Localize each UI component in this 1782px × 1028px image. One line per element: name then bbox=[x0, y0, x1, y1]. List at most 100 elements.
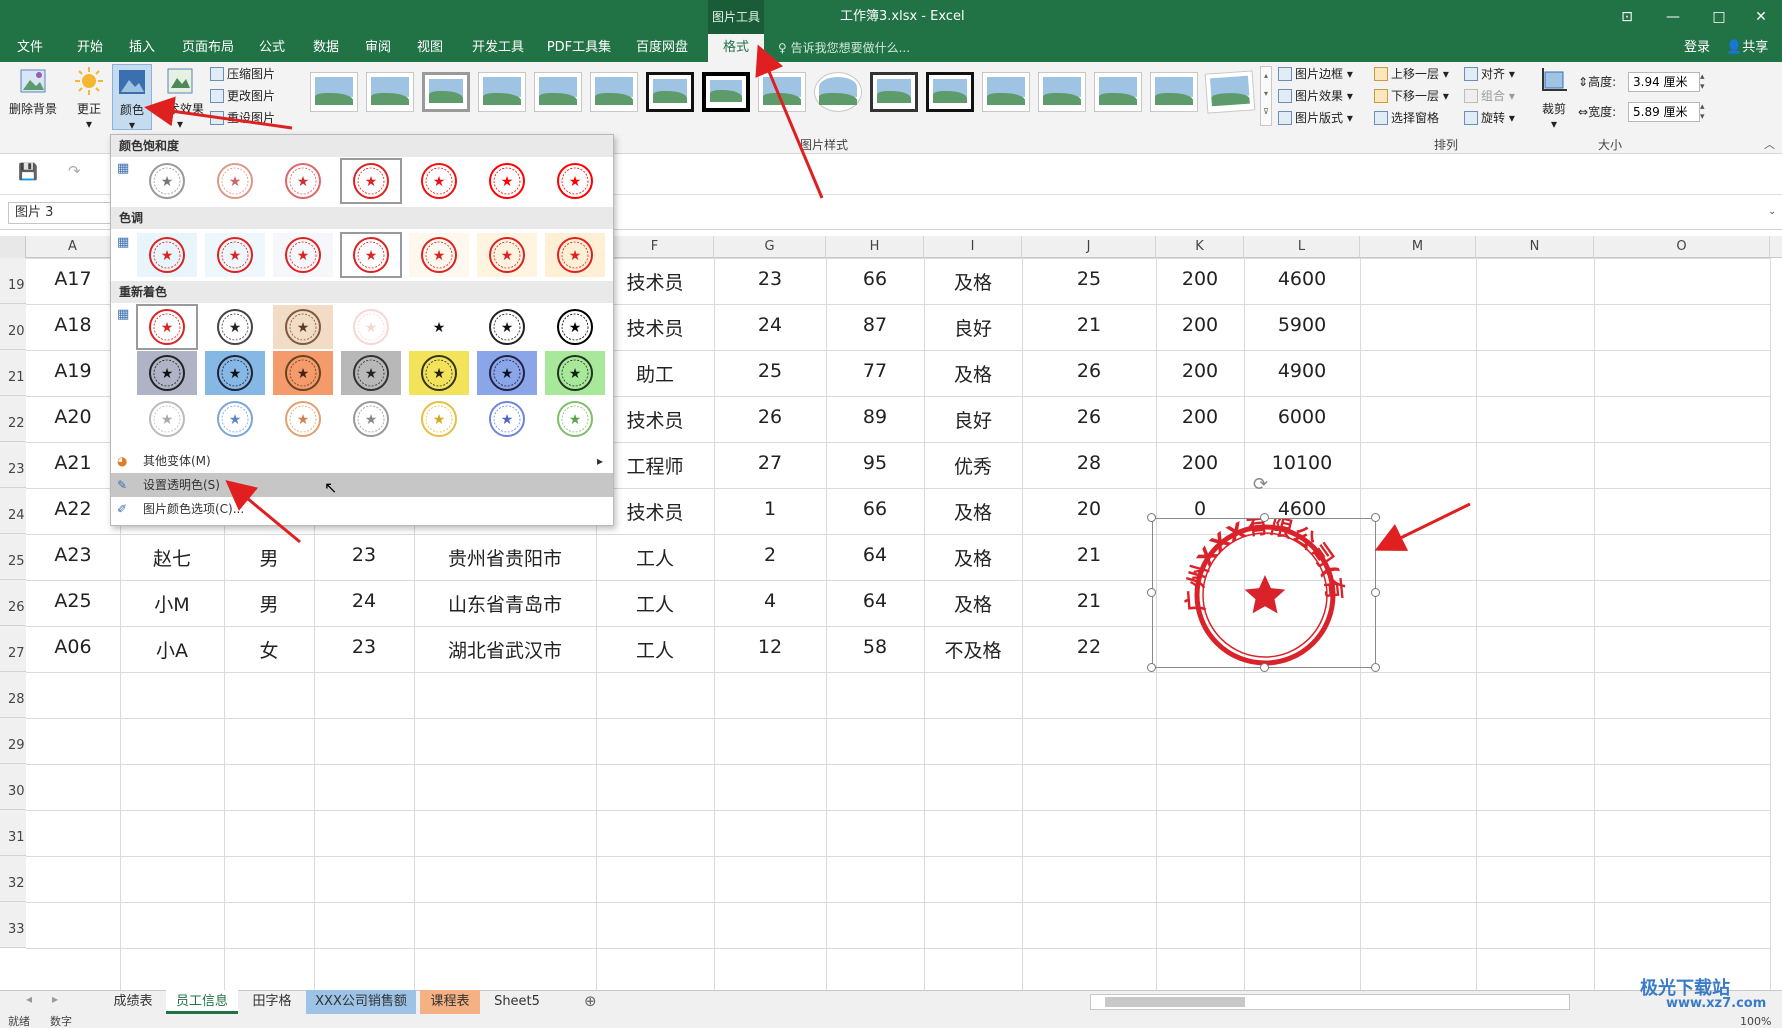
table-cell[interactable]: 87 bbox=[826, 314, 924, 350]
resize-handle[interactable] bbox=[1147, 513, 1156, 522]
sheet-nav-next-icon[interactable]: ▸ bbox=[52, 992, 58, 1006]
share-button[interactable]: 👤共享 bbox=[1726, 34, 1768, 62]
picture-style-thumb[interactable] bbox=[870, 72, 918, 112]
tab-data[interactable]: 数据 bbox=[306, 34, 346, 62]
color-variant-swatch[interactable]: ★ bbox=[273, 159, 333, 203]
row-header[interactable]: 19 bbox=[0, 258, 26, 304]
row-header[interactable]: 29 bbox=[0, 718, 26, 764]
table-cell[interactable]: 及格 bbox=[924, 544, 1022, 580]
color-variant-swatch[interactable]: ★ bbox=[409, 159, 469, 203]
crop-button[interactable]: 裁剪 ▾ bbox=[1534, 64, 1574, 131]
table-cell[interactable]: 及格 bbox=[924, 498, 1022, 534]
table-cell[interactable]: 工人 bbox=[596, 544, 714, 580]
table-cell[interactable]: 5900 bbox=[1244, 314, 1360, 350]
table-cell[interactable]: 男 bbox=[224, 590, 314, 626]
column-header[interactable]: O bbox=[1594, 236, 1770, 258]
width-input[interactable]: 5.89 厘米 bbox=[1628, 102, 1700, 122]
picture-style-thumb[interactable] bbox=[702, 72, 750, 112]
column-header[interactable]: G bbox=[714, 236, 826, 258]
picture-style-thumb[interactable] bbox=[1038, 72, 1086, 112]
color-button[interactable]: 颜色 ▾ bbox=[112, 64, 152, 132]
picture-color-options-item[interactable]: ✐ 图片颜色选项(C)... bbox=[111, 497, 613, 521]
horizontal-scrollbar[interactable] bbox=[1090, 994, 1570, 1010]
column-header[interactable]: H bbox=[826, 236, 924, 258]
color-variant-swatch[interactable]: ★ bbox=[341, 351, 401, 395]
picture-layout-button[interactable]: 图片版式 ▾ bbox=[1278, 108, 1353, 128]
tab-formulas[interactable]: 公式 bbox=[252, 34, 292, 62]
group-button[interactable]: 组合 ▾ bbox=[1464, 86, 1515, 106]
color-variant-swatch[interactable]: ★ bbox=[409, 397, 469, 441]
row-header[interactable]: 30 bbox=[0, 764, 26, 810]
table-cell[interactable]: 200 bbox=[1156, 360, 1244, 396]
column-header[interactable]: I bbox=[924, 236, 1022, 258]
picture-style-thumb[interactable] bbox=[1094, 72, 1142, 112]
tab-page-layout[interactable]: 页面布局 bbox=[176, 34, 240, 62]
sheet-tab[interactable]: 田字格 bbox=[240, 990, 304, 1014]
table-cell[interactable]: 2 bbox=[714, 544, 826, 580]
row-header[interactable]: 20 bbox=[0, 304, 26, 350]
color-variant-swatch[interactable]: ★ bbox=[340, 232, 402, 278]
table-cell[interactable]: 及格 bbox=[924, 360, 1022, 396]
ribbon-display-options-button[interactable]: ⊡ bbox=[1604, 0, 1650, 34]
table-cell[interactable]: 26 bbox=[1022, 360, 1156, 396]
color-variant-swatch[interactable]: ★ bbox=[545, 233, 605, 277]
save-icon[interactable]: 💾 bbox=[18, 162, 38, 181]
row-header[interactable]: 23 bbox=[0, 442, 26, 488]
color-variant-swatch[interactable]: ★ bbox=[205, 351, 265, 395]
table-cell[interactable]: 4 bbox=[714, 590, 826, 626]
table-cell[interactable]: 23 bbox=[314, 544, 414, 580]
resize-handle[interactable] bbox=[1260, 663, 1269, 672]
maximize-button[interactable]: □ bbox=[1696, 0, 1742, 34]
color-variant-swatch[interactable]: ★ bbox=[273, 351, 333, 395]
row-header[interactable]: 24 bbox=[0, 488, 26, 534]
table-cell[interactable]: A18 bbox=[26, 314, 120, 350]
selection-pane-button[interactable]: 选择窗格 bbox=[1374, 108, 1439, 128]
color-variant-swatch[interactable]: ★ bbox=[409, 305, 469, 349]
picture-style-thumb[interactable] bbox=[422, 72, 470, 112]
color-variant-swatch[interactable]: ★ bbox=[477, 159, 537, 203]
rotate-button[interactable]: 旋转 ▾ bbox=[1464, 108, 1515, 128]
tab-home[interactable]: 开始 bbox=[70, 34, 110, 62]
color-variant-swatch[interactable]: ★ bbox=[477, 397, 537, 441]
tab-file[interactable]: 文件 bbox=[8, 34, 52, 62]
tab-format[interactable]: 格式 bbox=[708, 34, 764, 62]
table-cell[interactable]: 4900 bbox=[1244, 360, 1360, 396]
table-cell[interactable]: 女 bbox=[224, 636, 314, 672]
selected-stamp-picture[interactable]: 广州XXX有限公司(有限合伙) bbox=[1142, 499, 1376, 668]
table-cell[interactable]: 工人 bbox=[596, 590, 714, 626]
color-variant-swatch[interactable]: ★ bbox=[409, 233, 469, 277]
sheet-tab[interactable]: 成绩表 bbox=[102, 990, 164, 1014]
table-cell[interactable]: 95 bbox=[826, 452, 924, 488]
table-cell[interactable]: 男 bbox=[224, 544, 314, 580]
row-header[interactable]: 21 bbox=[0, 350, 26, 396]
table-cell[interactable]: A23 bbox=[26, 544, 120, 580]
styles-gallery-scroll[interactable]: ▴ ▾ ⊽ bbox=[1260, 66, 1272, 126]
table-cell[interactable]: 4600 bbox=[1244, 268, 1360, 304]
table-cell[interactable]: 25 bbox=[1022, 268, 1156, 304]
more-variations-item[interactable]: ◕ 其他变体(M) ▸ bbox=[111, 449, 613, 473]
row-header[interactable]: 33 bbox=[0, 902, 26, 948]
table-cell[interactable]: 200 bbox=[1156, 314, 1244, 350]
tab-baidu-netdisk[interactable]: 百度网盘 bbox=[630, 34, 694, 62]
reset-picture-button[interactable]: 重设图片 bbox=[210, 108, 275, 128]
sheet-tab[interactable]: 课程表 bbox=[420, 990, 480, 1014]
table-cell[interactable]: 工人 bbox=[596, 636, 714, 672]
rotate-handle-icon[interactable]: ⟳ bbox=[1253, 474, 1268, 495]
table-cell[interactable]: A06 bbox=[26, 636, 120, 672]
remove-background-button[interactable]: 删除背景 bbox=[6, 64, 60, 128]
close-button[interactable]: ✕ bbox=[1738, 0, 1782, 34]
table-cell[interactable]: 22 bbox=[1022, 636, 1156, 672]
send-backward-button[interactable]: 下移一层 ▾ bbox=[1374, 86, 1449, 106]
minimize-button[interactable]: — bbox=[1650, 0, 1696, 34]
table-cell[interactable]: 64 bbox=[826, 590, 924, 626]
table-cell[interactable]: 1 bbox=[714, 498, 826, 534]
tab-review[interactable]: 审阅 bbox=[358, 34, 398, 62]
sheet-tab[interactable]: XXX公司销售额 bbox=[306, 990, 416, 1014]
table-cell[interactable]: 良好 bbox=[924, 406, 1022, 442]
picture-style-thumb[interactable] bbox=[646, 72, 694, 112]
color-variant-swatch[interactable]: ★ bbox=[137, 233, 197, 277]
table-cell[interactable]: 优秀 bbox=[924, 452, 1022, 488]
color-variant-swatch[interactable]: ★ bbox=[545, 305, 605, 349]
table-cell[interactable]: 28 bbox=[1022, 452, 1156, 488]
color-variant-swatch[interactable]: ★ bbox=[273, 305, 333, 349]
